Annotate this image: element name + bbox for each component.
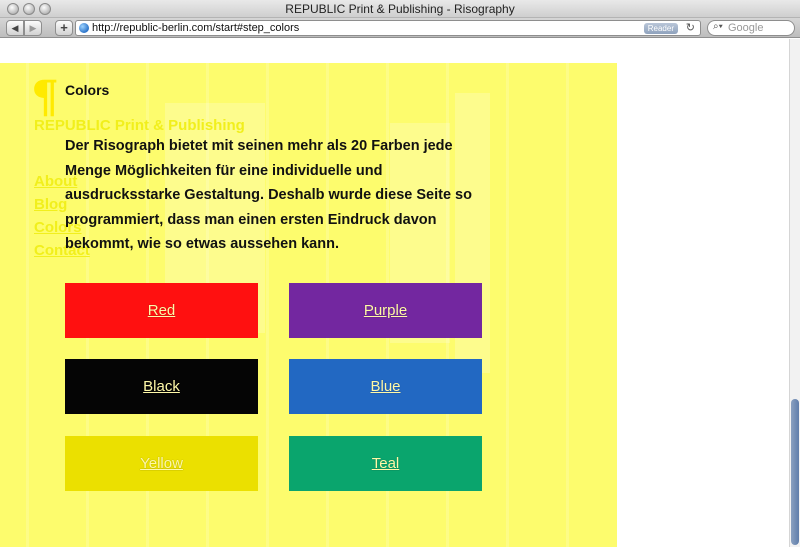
swatch-link-purple[interactable]: Purple — [364, 302, 407, 319]
window-titlebar: REPUBLIC Print & Publishing - Risography — [0, 0, 800, 18]
search-field[interactable]: ⌕▾ Google — [707, 20, 795, 36]
page-viewport: ¶ REPUBLIC Print & Publishing About Blog… — [0, 39, 800, 547]
search-placeholder[interactable]: Google — [728, 22, 763, 34]
globe-icon — [79, 23, 89, 33]
swatch-link-black[interactable]: Black — [143, 378, 180, 395]
add-bookmark-button[interactable]: + — [55, 20, 73, 36]
back-arrow-icon: ◀ — [11, 23, 19, 33]
swatch-link-teal[interactable]: Teal — [372, 455, 400, 472]
swatch-blue[interactable]: Blue — [289, 359, 482, 414]
reader-button[interactable]: Reader — [643, 23, 678, 34]
intro-text: Der Risograph bietet mit seinen mehr als… — [65, 138, 472, 252]
vertical-scrollbar[interactable] — [789, 39, 800, 547]
swatch-link-red[interactable]: Red — [148, 302, 176, 319]
search-icon: ⌕▾ — [713, 21, 723, 32]
back-button[interactable]: ◀ — [6, 20, 24, 36]
reload-icon[interactable]: ↻ — [686, 21, 695, 34]
swatch-purple[interactable]: Purple — [289, 283, 482, 338]
browser-toolbar: ◀ ▶ + http://republic-berlin.com/start#s… — [0, 18, 800, 38]
forward-arrow-icon: ▶ — [29, 23, 37, 33]
address-bar[interactable]: http://republic-berlin.com/start#step_co… — [75, 20, 701, 36]
url-text[interactable]: http://republic-berlin.com/start#step_co… — [92, 22, 299, 34]
swatch-link-yellow[interactable]: Yellow — [140, 455, 183, 472]
swatch-black[interactable]: Black — [65, 359, 258, 414]
site-title[interactable]: REPUBLIC Print & Publishing — [34, 117, 245, 134]
window-title: REPUBLIC Print & Publishing - Risography — [285, 2, 515, 16]
swatch-link-blue[interactable]: Blue — [370, 378, 400, 395]
swatch-yellow[interactable]: Yellow — [65, 436, 258, 491]
page-title: Colors — [65, 82, 110, 98]
pilcrow-logo-icon[interactable]: ¶ — [31, 76, 59, 120]
swatch-red[interactable]: Red — [65, 283, 258, 338]
swatch-teal[interactable]: Teal — [289, 436, 482, 491]
forward-button[interactable]: ▶ — [24, 20, 42, 36]
scrollbar-thumb[interactable] — [791, 399, 799, 545]
